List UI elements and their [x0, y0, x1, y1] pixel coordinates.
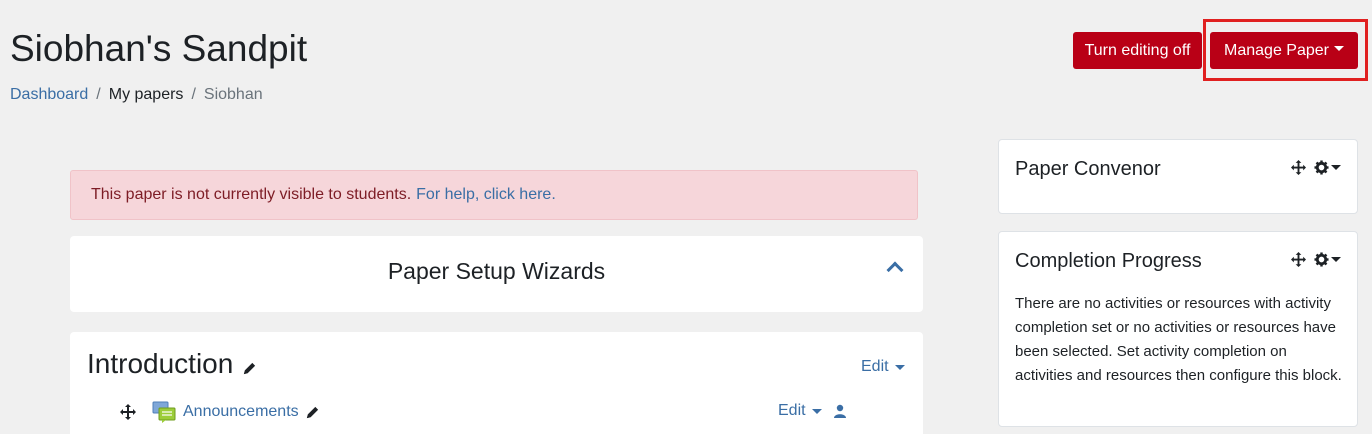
caret-down-icon [811, 408, 822, 414]
breadcrumb-separator: / [96, 86, 101, 103]
activity-edit-menu[interactable]: Edit [778, 402, 822, 420]
caret-down-icon [1331, 165, 1341, 170]
move-icon[interactable] [1291, 160, 1306, 175]
alert-text: This paper is not currently visible to s… [91, 186, 412, 203]
block-controls [1291, 160, 1341, 175]
block-actions-menu[interactable] [1314, 252, 1341, 267]
alert-help-link[interactable]: For help, click here. [416, 186, 556, 204]
turn-editing-off-label: Turn editing off [1084, 41, 1191, 59]
section-title-text: Introduction [87, 348, 234, 379]
pencil-icon[interactable] [305, 405, 320, 420]
page-title: Siobhan's Sandpit [10, 28, 308, 69]
completion-message: There are no activities or resources wit… [1015, 295, 1342, 384]
move-icon[interactable] [1291, 252, 1306, 267]
pencil-icon[interactable] [242, 361, 257, 376]
visibility-alert: This paper is not currently visible to s… [70, 170, 918, 220]
caret-down-icon [894, 364, 905, 370]
section-edit-menu[interactable]: Edit [861, 358, 905, 376]
breadcrumb: Dashboard / My papers / Siobhan [10, 86, 263, 104]
block-controls [1291, 252, 1341, 267]
move-icon[interactable] [120, 404, 136, 420]
section-edit-label: Edit [861, 358, 889, 375]
wizard-title: Paper Setup Wizards [387, 258, 606, 284]
breadcrumb-dashboard[interactable]: Dashboard [10, 86, 88, 104]
section-title: Introduction [87, 348, 257, 380]
user-icon[interactable] [833, 404, 847, 418]
block-title: Completion Progress [1015, 250, 1202, 272]
highlight-annotation [1203, 19, 1368, 81]
breadcrumb-separator: / [191, 86, 196, 103]
gear-icon [1314, 252, 1329, 267]
forum-icon [152, 401, 176, 423]
block-title: Paper Convenor [1015, 158, 1161, 180]
gear-icon [1314, 160, 1329, 175]
breadcrumb-siobhan[interactable]: Siobhan [204, 86, 263, 104]
breadcrumb-my-papers[interactable]: My papers [109, 86, 184, 104]
introduction-section: Introduction Edit Announcements Edit [70, 332, 923, 434]
caret-down-icon [1331, 257, 1341, 262]
activity-announcements: Announcements [120, 400, 320, 424]
activity-edit-label: Edit [778, 402, 806, 419]
completion-progress-block: Completion Progress There are no activit… [998, 231, 1358, 427]
paper-convenor-block: Paper Convenor [998, 139, 1358, 214]
block-actions-menu[interactable] [1314, 160, 1341, 175]
announcements-link[interactable]: Announcements [183, 403, 299, 421]
paper-setup-wizards-card: Paper Setup Wizards [70, 236, 923, 312]
turn-editing-off-button[interactable]: Turn editing off [1073, 32, 1202, 69]
